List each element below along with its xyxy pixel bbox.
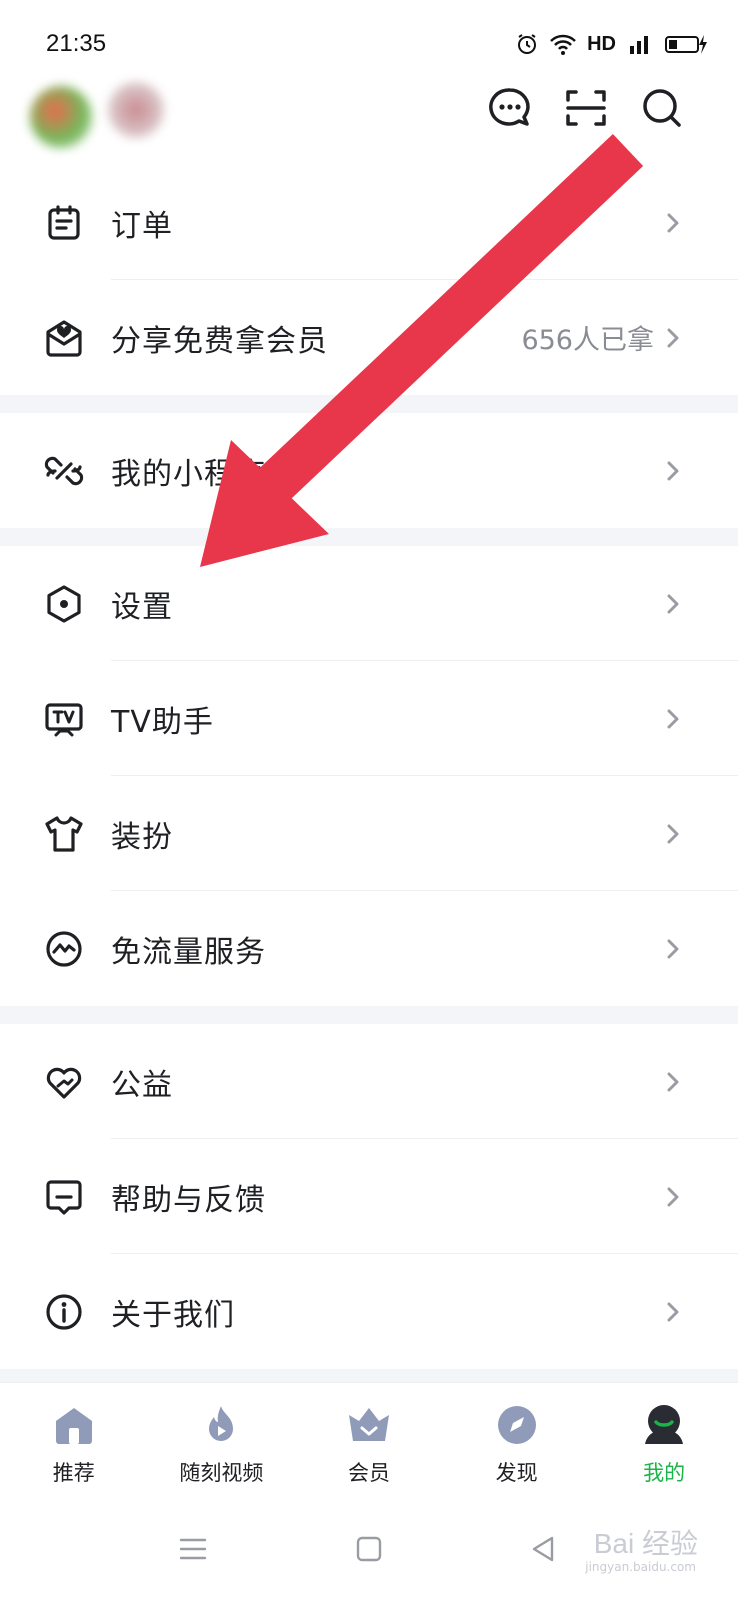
chevron-right-icon <box>667 1187 679 1206</box>
menu-group-orders: 订单 分享免费拿会员 656人已拿 <box>0 165 738 395</box>
info-icon <box>44 1292 84 1332</box>
battery-icon <box>665 35 707 54</box>
status-icons: HD <box>515 30 708 58</box>
profile-header <box>0 70 738 165</box>
tab-label: 我的 <box>643 1461 686 1485</box>
signal-icon <box>630 36 648 54</box>
chevron-right-icon <box>667 1302 679 1321</box>
menu-item-orders[interactable]: 订单 <box>0 165 738 280</box>
chevron-right-icon <box>667 328 679 347</box>
menu-item-label: TV助手 <box>111 704 214 740</box>
link-icon <box>44 451 84 491</box>
menu-item-charity[interactable]: 公益 <box>0 1024 738 1139</box>
system-nav-bar: Bai 经验 jingyan.baidu.com <box>0 1502 738 1600</box>
nav-back-button[interactable] <box>518 1524 568 1574</box>
menu-item-label: 关于我们 <box>111 1297 235 1333</box>
menu-item-about-us[interactable]: 关于我们 <box>0 1254 738 1369</box>
tab-recommend[interactable]: 推荐 <box>0 1383 148 1502</box>
menu-item-label: 帮助与反馈 <box>111 1182 266 1218</box>
tab-label: 发现 <box>495 1461 538 1485</box>
menu-item-dress-up[interactable]: 装扮 <box>0 776 738 891</box>
crown-icon <box>345 1401 393 1449</box>
menu-item-settings[interactable]: 设置 <box>0 546 738 661</box>
nav-menu-button[interactable] <box>168 1524 218 1574</box>
section-gap <box>0 528 738 546</box>
chevron-right-icon <box>667 939 679 958</box>
tab-discover[interactable]: 发现 <box>443 1383 591 1502</box>
tab-label: 推荐 <box>52 1461 95 1485</box>
scan-icon <box>566 90 606 126</box>
avatar[interactable] <box>30 86 92 148</box>
tab-label: 随刻视频 <box>179 1461 264 1485</box>
tab-label: 会员 <box>347 1461 390 1485</box>
order-icon <box>44 203 84 243</box>
nav-home-button[interactable] <box>344 1524 394 1574</box>
chevron-right-icon <box>667 824 679 843</box>
message-icon <box>489 88 530 126</box>
chevron-right-icon <box>667 594 679 613</box>
bottom-tab-bar: 推荐 随刻视频 会员 发现 我的 <box>0 1382 738 1502</box>
status-bar: 21:35 HD <box>0 0 738 70</box>
tab-mine[interactable]: 我的 <box>590 1383 738 1502</box>
menu-item-label: 免流量服务 <box>111 934 266 970</box>
feedback-icon <box>44 1177 84 1217</box>
menu-item-label: 订单 <box>111 208 173 244</box>
chevron-right-icon <box>667 213 679 232</box>
status-time: 21:35 <box>46 30 107 57</box>
back-triangle-icon <box>532 1536 554 1562</box>
tab-vip[interactable]: 会员 <box>295 1383 443 1502</box>
chevron-right-icon <box>667 1072 679 1091</box>
menu-item-label: 公益 <box>111 1067 173 1103</box>
menu-icon <box>179 1538 207 1560</box>
alarm-icon <box>518 34 537 54</box>
menu-group-mini-programs: 我的小程序 <box>0 413 738 528</box>
chevron-right-icon <box>667 461 679 480</box>
settings-hexagon-icon <box>44 584 84 624</box>
charity-heart-icon <box>44 1062 84 1102</box>
scan-button[interactable] <box>560 82 612 134</box>
menu-item-help-feedback[interactable]: 帮助与反馈 <box>0 1139 738 1254</box>
network-type: HD <box>587 32 616 55</box>
chevron-right-icon <box>667 709 679 728</box>
menu-item-mini-programs[interactable]: 我的小程序 <box>0 413 738 528</box>
profile-mascot-icon <box>640 1401 688 1449</box>
tv-icon <box>44 699 84 739</box>
menu-item-label: 我的小程序 <box>111 456 266 492</box>
menu-list: 订单 分享免费拿会员 656人已拿 我的小程序 设置 TV助手 装扮 免流量服务… <box>0 165 738 1387</box>
compass-icon <box>493 1401 541 1449</box>
section-gap <box>0 395 738 413</box>
menu-item-free-data[interactable]: 免流量服务 <box>0 891 738 1006</box>
section-gap <box>0 1006 738 1024</box>
vip-badge[interactable] <box>108 82 164 138</box>
search-icon <box>643 89 681 127</box>
menu-item-label: 设置 <box>111 589 173 625</box>
search-button[interactable] <box>636 82 688 134</box>
tab-short-video[interactable]: 随刻视频 <box>148 1383 296 1502</box>
home-icon <box>50 1401 98 1449</box>
share-count-text: 656人已拿 <box>521 325 654 356</box>
wifi-icon <box>550 34 576 55</box>
watermark-text: Bai 经验 <box>593 1528 698 1559</box>
watermark-url: jingyan.baidu.com <box>585 1560 696 1574</box>
flame-play-icon <box>197 1401 245 1449</box>
square-icon <box>356 1536 382 1562</box>
share-gift-icon <box>44 318 84 358</box>
menu-group-about: 公益 帮助与反馈 关于我们 <box>0 1024 738 1369</box>
free-data-icon <box>44 929 84 969</box>
menu-item-tv-helper[interactable]: TV助手 <box>0 661 738 776</box>
message-button[interactable] <box>484 82 536 134</box>
tshirt-icon <box>44 814 84 854</box>
menu-item-label: 分享免费拿会员 <box>111 323 328 359</box>
menu-item-label: 装扮 <box>111 819 173 855</box>
menu-item-share-vip[interactable]: 分享免费拿会员 656人已拿 <box>0 280 738 395</box>
menu-group-settings: 设置 TV助手 装扮 免流量服务 <box>0 546 738 1006</box>
